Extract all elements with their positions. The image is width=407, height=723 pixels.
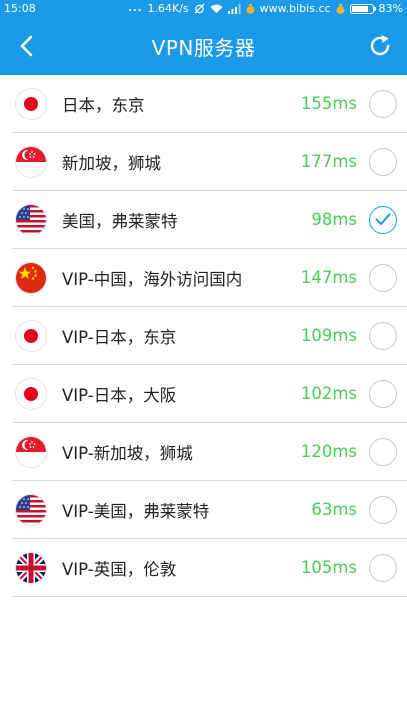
status-more-dots: ...: [128, 3, 143, 14]
server-radio[interactable]: [369, 379, 397, 408]
server-radio[interactable]: [369, 553, 397, 582]
server-name: 新加坡，狮城: [62, 153, 161, 173]
server-latency: 177ms: [300, 152, 357, 171]
server-radio[interactable]: [369, 205, 397, 234]
server-row[interactable]: 日本，东京 155ms: [12, 75, 407, 133]
server-name: VIP-中国，海外访问国内: [62, 269, 243, 289]
battery-percent: 83%: [378, 2, 403, 15]
battery-level: [351, 5, 369, 12]
network-speed: 1.64K/s: [147, 2, 189, 15]
server-name: VIP-英国，伦敦: [62, 559, 177, 579]
money-bag-icon: [336, 3, 345, 14]
server-name: 美国，弗莱蒙特: [62, 211, 178, 231]
server-latency: 98ms: [311, 210, 357, 229]
server-row[interactable]: 新加坡，狮城 177ms: [12, 133, 407, 191]
china-flag-icon: [16, 262, 46, 293]
server-list: 日本，东京 155ms 新加坡，狮城 177ms 美国，弗莱蒙特 98ms VIP-中国，海…: [0, 75, 407, 597]
server-row[interactable]: VIP-新加坡，狮城 120ms: [12, 423, 407, 481]
server-name: VIP-日本，东京: [62, 327, 177, 347]
server-latency: 63ms: [311, 500, 357, 519]
uk-flag-icon: [16, 552, 46, 583]
usa-flag-icon: [16, 204, 46, 235]
japan-flag-icon: [16, 378, 46, 409]
server-row[interactable]: VIP-日本，大阪 102ms: [12, 365, 407, 423]
server-row[interactable]: 美国，弗莱蒙特 98ms: [12, 191, 407, 249]
chevron-left-icon: [20, 35, 33, 57]
refresh-button[interactable]: [363, 29, 397, 63]
status-bar: 15:08 ... 1.64K/s www.bibis.cc 83%: [0, 0, 407, 17]
server-name: VIP-新加坡，狮城: [62, 443, 193, 463]
server-row[interactable]: VIP-英国，伦敦 105ms: [12, 539, 407, 597]
server-latency: 155ms: [300, 94, 357, 113]
server-latency: 147ms: [300, 268, 357, 287]
server-radio[interactable]: [369, 321, 397, 350]
server-radio[interactable]: [369, 263, 397, 292]
back-button[interactable]: [10, 29, 44, 63]
usa-flag-icon: [16, 494, 46, 525]
server-radio[interactable]: [369, 147, 397, 176]
status-notice-text: www.bibis.cc: [259, 2, 331, 15]
status-time: 15:08: [4, 2, 36, 15]
server-latency: 109ms: [300, 326, 357, 345]
server-radio[interactable]: [369, 89, 397, 118]
battery-icon: [349, 3, 377, 14]
singapore-flag-icon: [16, 146, 46, 177]
server-name: 日本，东京: [62, 95, 145, 115]
page-title: VPN服务器: [151, 35, 256, 60]
server-row[interactable]: VIP-中国，海外访问国内 147ms: [12, 249, 407, 307]
japan-flag-icon: [16, 88, 46, 119]
server-latency: 105ms: [300, 558, 357, 577]
alarm-off-icon: [194, 3, 205, 14]
server-name: VIP-美国，弗莱蒙特: [62, 501, 210, 521]
japan-flag-icon: [16, 320, 46, 351]
server-row[interactable]: VIP-日本，东京 109ms: [12, 307, 407, 365]
money-bag-icon: [246, 3, 255, 14]
singapore-flag-icon: [16, 436, 46, 467]
server-latency: 102ms: [300, 384, 357, 403]
wifi-icon: [210, 4, 223, 14]
server-radio[interactable]: [369, 495, 397, 524]
server-latency: 120ms: [300, 442, 357, 461]
app-header: VPN服务器: [0, 17, 407, 75]
refresh-icon: [370, 35, 390, 56]
server-row[interactable]: VIP-美国，弗莱蒙特 63ms: [12, 481, 407, 539]
server-radio[interactable]: [369, 437, 397, 466]
server-name: VIP-日本，大阪: [62, 385, 177, 405]
signal-icon: [227, 3, 241, 14]
check-icon: [375, 213, 391, 225]
